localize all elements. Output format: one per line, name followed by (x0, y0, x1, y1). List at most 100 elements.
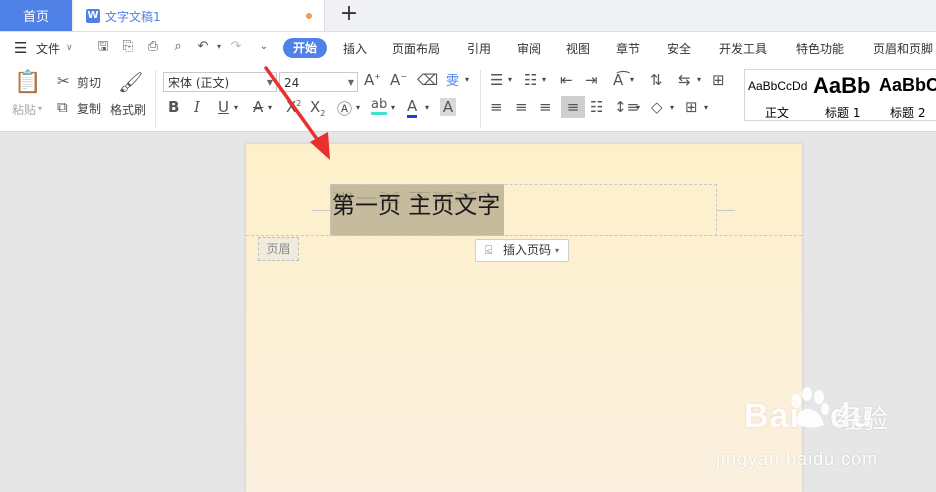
annotation-arrow (264, 66, 330, 160)
tab-document[interactable]: W 文字文稿1 (74, 0, 325, 31)
decrease-indent-icon[interactable]: ⇤ (560, 71, 573, 89)
tab-special-features[interactable]: 特色功能 (796, 40, 844, 57)
distribute-icon[interactable]: ☷ (590, 98, 603, 116)
grow-font-icon[interactable]: A+ (364, 71, 381, 89)
paste-icon[interactable]: 📋 (14, 70, 41, 95)
chevron-down-icon[interactable]: ▾ (630, 75, 634, 84)
shading-icon[interactable]: ◇ (651, 98, 663, 116)
paste-button[interactable]: 粘贴 (12, 101, 36, 118)
sort-icon[interactable]: ⇅ (650, 71, 663, 89)
format-painter-icon[interactable]: 🖌 (118, 70, 143, 94)
underline-icon[interactable]: U (218, 98, 229, 116)
style-name: 标题 1 (825, 106, 861, 120)
shrink-font-icon[interactable]: A− (390, 71, 407, 89)
style-sample: AaBbCcDd (748, 79, 808, 93)
redo-icon[interactable]: ↷ (228, 39, 244, 55)
tab-home-label: 首页 (22, 10, 49, 25)
undo-icon[interactable]: ↶ (195, 39, 211, 55)
header-text-reflection: 第一页 主页文字 (332, 189, 501, 205)
tab-home[interactable]: 首页 (0, 0, 72, 31)
scissors-icon[interactable]: ✂ (57, 72, 70, 90)
hamburger-menu-icon[interactable]: ☰ (14, 39, 27, 57)
copy-button[interactable]: 复制 (77, 100, 101, 117)
header-label: 页眉 (258, 237, 299, 261)
tab-header-footer[interactable]: 页眉和页脚 (873, 40, 933, 57)
writer-doc-icon: W (86, 9, 100, 23)
chevron-down-icon[interactable]: ▾ (542, 75, 546, 84)
chinese-layout-icon[interactable]: A͡ (613, 71, 623, 89)
page-number-icon: ⍃ (485, 243, 493, 257)
file-menu[interactable]: 文件 (36, 40, 60, 57)
align-right-icon[interactable]: ≡ (539, 98, 552, 116)
italic-icon[interactable]: I (194, 98, 200, 116)
chevron-down-icon[interactable]: ▾ (465, 75, 469, 84)
baidu-jingyan-watermark: Bai du 经验 jingyan.baidu.com (716, 385, 936, 492)
chevron-down-icon: ▾ (555, 246, 560, 255)
title-bar: 首页 W 文字文稿1 + (0, 0, 936, 32)
watermark-brand-prefix: Bai (744, 397, 800, 435)
highlight-icon[interactable]: ab (371, 97, 388, 115)
customize-toolbar-icon[interactable]: ⌄ (256, 39, 272, 55)
font-name-value: 宋体 (正文) (168, 76, 230, 90)
tab-insert[interactable]: 插入 (343, 40, 367, 57)
chevron-down-icon[interactable]: ▾ (704, 103, 708, 112)
chevron-down-icon[interactable]: ▾ (636, 103, 640, 112)
increase-indent-icon[interactable]: ⇥ (585, 71, 598, 89)
style-sample: AaBbC (879, 75, 936, 95)
chevron-down-icon[interactable]: ▾ (356, 103, 360, 112)
chevron-down-icon[interactable]: ▾ (697, 75, 701, 84)
format-painter-button[interactable]: 格式刷 (110, 101, 146, 118)
font-color-icon[interactable]: A (407, 97, 418, 118)
menu-bar: ☰ 文件 ∨ 🖫 ⎘ ⎙ ⌕ ↶ ▾ ↷ ⌄ 开始 插入 页面布局 引用 审阅 … (0, 32, 936, 64)
align-left-icon[interactable]: ≡ (490, 98, 503, 116)
chevron-down-icon[interactable]: ∨ (66, 43, 73, 53)
bullet-list-icon[interactable]: ☰ (490, 71, 503, 89)
margin-mark (312, 210, 330, 211)
phonetic-guide-icon[interactable]: 雯 (446, 70, 459, 89)
watermark-url: jingyan.baidu.com (716, 449, 879, 469)
chevron-down-icon[interactable]: ▾ (508, 75, 512, 84)
show-marks-icon[interactable]: ⇆ (678, 71, 691, 89)
text-effect-icon[interactable]: Ⓐ (337, 98, 352, 119)
unsaved-indicator (306, 13, 312, 19)
style-sample: AaBb (813, 73, 871, 98)
numbered-list-icon[interactable]: ☷ (524, 71, 537, 89)
insert-page-number-button[interactable]: ⍃ 插入页码 ▾ (475, 239, 569, 262)
chevron-down-icon[interactable]: ▾ (670, 103, 674, 112)
document-title: 文字文稿1 (105, 10, 161, 24)
print-icon[interactable]: ⎙ (145, 39, 161, 55)
tab-developer-tools[interactable]: 开发工具 (719, 40, 767, 57)
header-boundary-line (246, 235, 802, 236)
export-icon[interactable]: ⎘ (120, 39, 136, 55)
style-gallery: AaBbCcDd 正文 AaBb 标题 1 AaBbC 标题 2 (744, 69, 936, 121)
tab-section[interactable]: 章节 (616, 40, 640, 57)
chevron-down-icon[interactable]: ▾ (425, 103, 429, 112)
chevron-down-icon[interactable]: ▾ (234, 103, 238, 112)
tab-view[interactable]: 视图 (566, 40, 590, 57)
new-tab-button[interactable]: + (338, 2, 360, 28)
tab-page-layout[interactable]: 页面布局 (392, 40, 440, 57)
border-icon[interactable]: ⊞ (685, 98, 698, 116)
watermark-cn-text: 经验 (836, 405, 889, 435)
tab-review[interactable]: 审阅 (517, 40, 541, 57)
style-name: 正文 (765, 106, 790, 120)
chevron-down-icon[interactable]: ▾ (391, 103, 395, 112)
group-divider (480, 70, 481, 128)
bold-icon[interactable]: B (168, 98, 179, 116)
tab-start[interactable]: 开始 (283, 38, 327, 58)
margin-mark (717, 210, 735, 211)
align-center-icon[interactable]: ≡ (515, 98, 528, 116)
undo-dropdown-icon[interactable]: ▾ (211, 39, 227, 55)
justify-icon[interactable]: ≡ (561, 96, 585, 118)
save-icon[interactable]: 🖫 (95, 39, 111, 55)
char-shading-icon[interactable]: A (440, 98, 456, 116)
tab-references[interactable]: 引用 (467, 40, 491, 57)
tab-security[interactable]: 安全 (667, 40, 691, 57)
print-preview-icon[interactable]: ⌕ (170, 39, 186, 55)
table-grid-icon[interactable]: ⊞ (712, 71, 725, 89)
copy-icon[interactable]: ⧉ (57, 98, 68, 116)
paste-dropdown-icon[interactable]: ▾ (38, 104, 42, 113)
cut-button[interactable]: 剪切 (77, 74, 101, 91)
clear-format-icon[interactable]: ⌫ (417, 71, 438, 89)
group-divider (155, 70, 156, 128)
